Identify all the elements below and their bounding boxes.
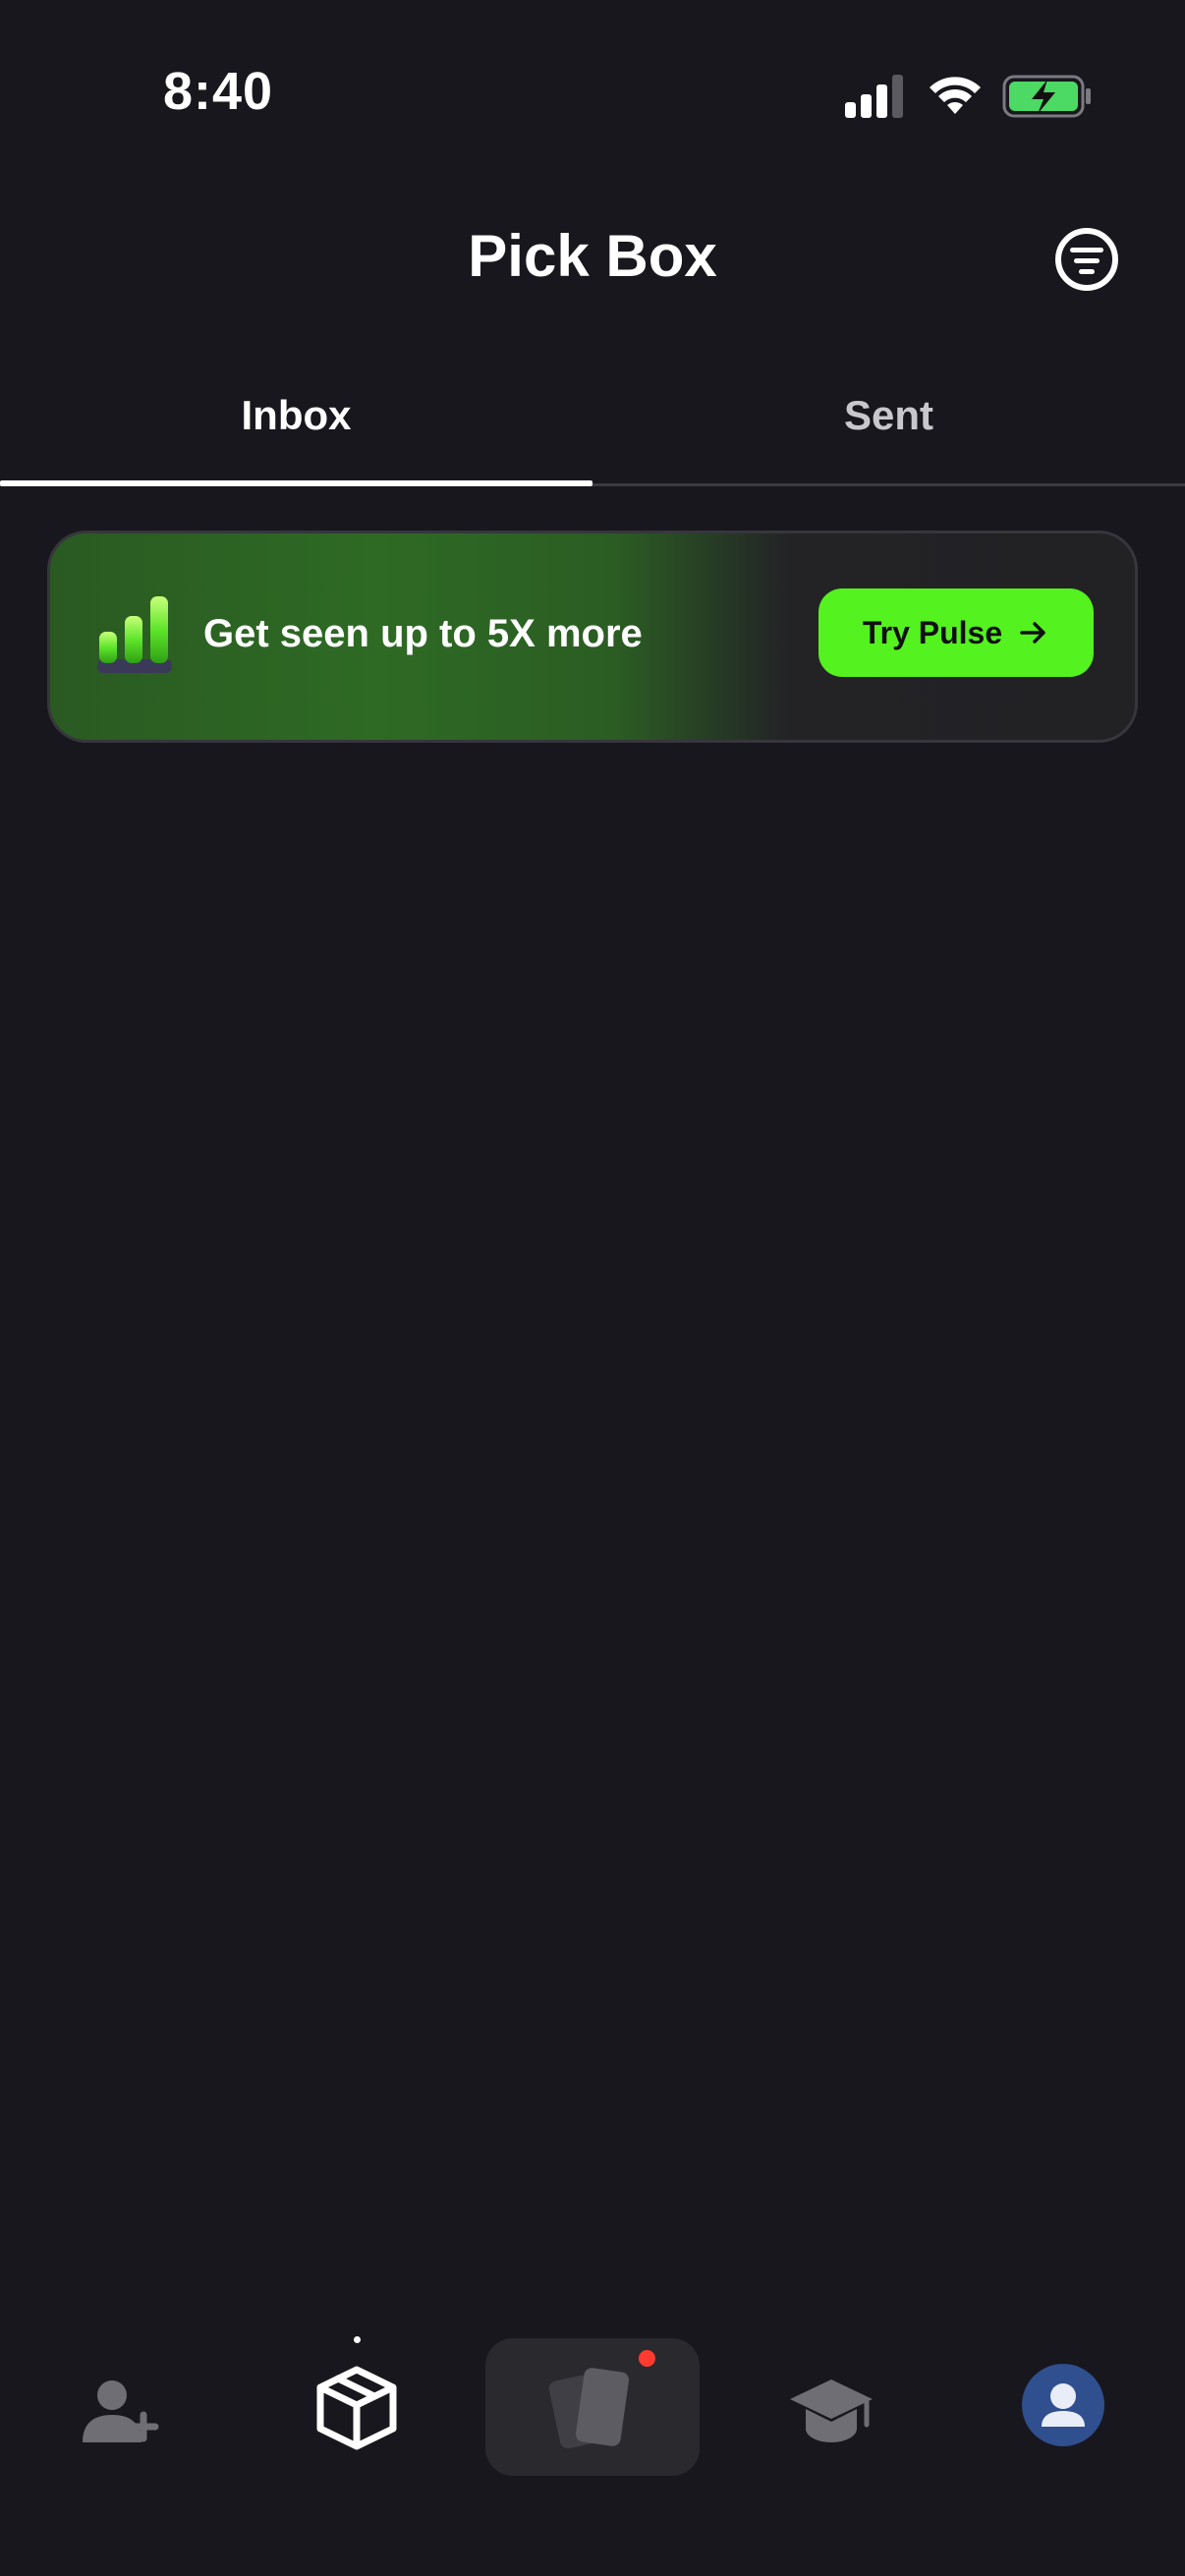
cards-icon	[548, 2368, 630, 2449]
tab-sent[interactable]: Sent	[592, 373, 1185, 483]
filter-button[interactable]	[1055, 228, 1118, 291]
bottom-nav	[0, 2319, 1185, 2576]
bar-chart-icon	[97, 596, 172, 673]
notification-dot	[639, 2350, 655, 2367]
try-pulse-button[interactable]: Try Pulse	[818, 588, 1094, 677]
tab-active-indicator	[0, 480, 592, 486]
nav-profile[interactable]	[1022, 2364, 1104, 2446]
tab-bar: Inbox Sent	[0, 373, 1185, 487]
status-bar: 8:40	[0, 0, 1185, 147]
try-pulse-label: Try Pulse	[862, 614, 1003, 650]
nav-pick-box[interactable]	[312, 2364, 401, 2452]
graduation-cap-icon	[790, 2380, 873, 2442]
nav-cards[interactable]	[485, 2338, 700, 2476]
promo-text: Get seen up to 5X more	[203, 612, 643, 655]
arrow-right-icon	[1020, 622, 1045, 644]
pulse-promo-banner[interactable]: Get seen up to 5X more Try Pulse	[47, 531, 1138, 743]
tab-inbox[interactable]: Inbox	[0, 373, 592, 483]
wifi-icon	[930, 77, 981, 114]
signal-icon	[845, 75, 903, 118]
nav-learn[interactable]	[788, 2368, 875, 2452]
nav-add-friend[interactable]	[79, 2372, 161, 2454]
battery-charging-icon	[1002, 75, 1091, 118]
pick-box-screen: 8:40 Pick Box Inbox Sent Get seen up to …	[0, 0, 1185, 2576]
add-friend-icon	[83, 2373, 159, 2442]
status-time: 8:40	[163, 62, 274, 121]
page-title: Pick Box	[468, 223, 717, 289]
profile-avatar-icon	[1042, 2383, 1085, 2427]
box-icon	[316, 2366, 397, 2450]
active-tab-dot	[354, 2336, 361, 2343]
